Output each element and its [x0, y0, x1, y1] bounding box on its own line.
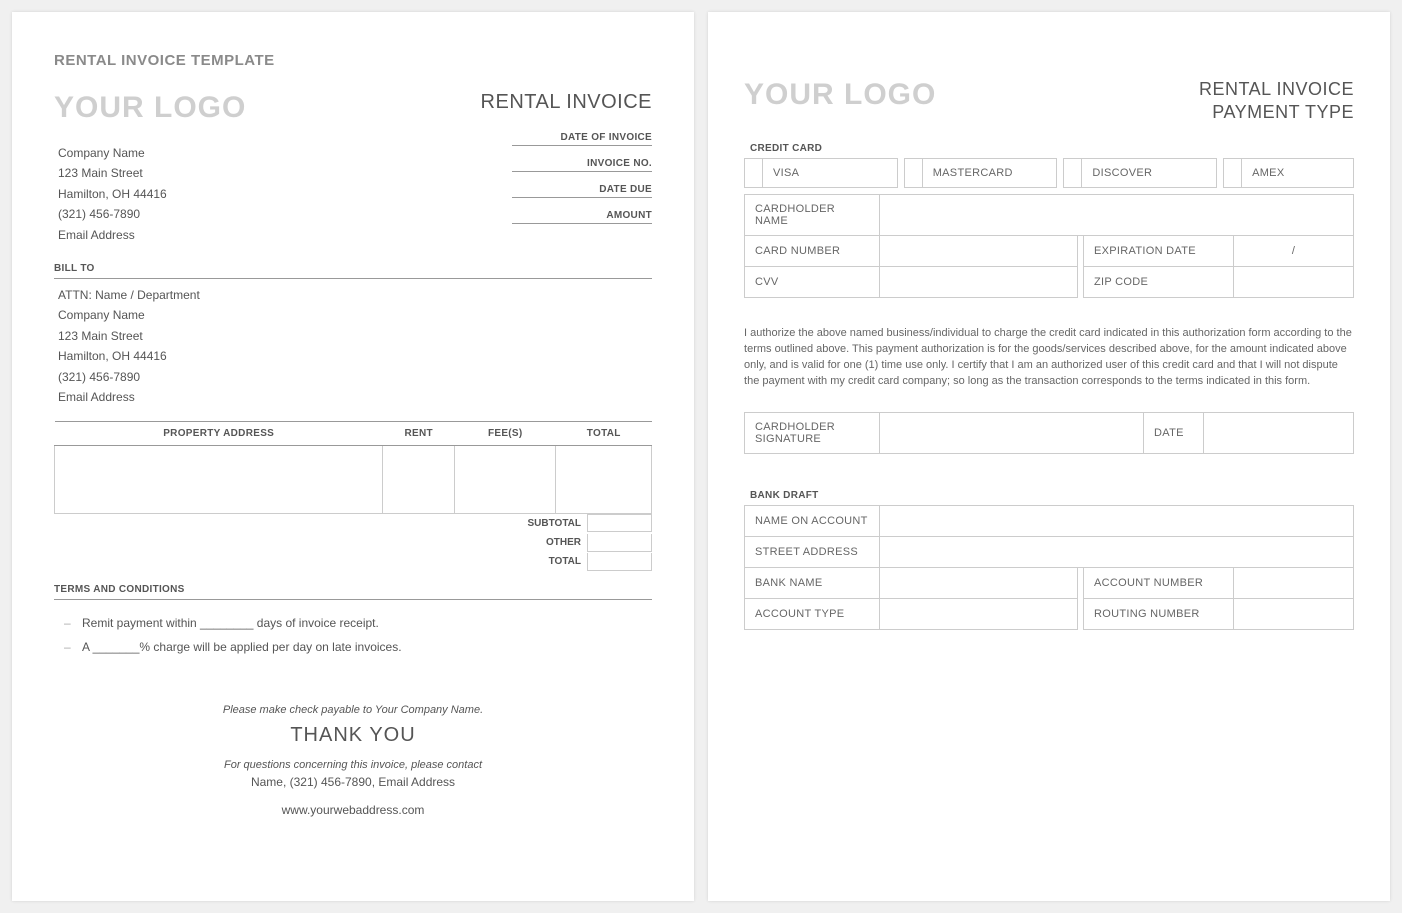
bill-to-block: ATTN: Name / Department Company Name 123…: [54, 285, 652, 407]
subtotal-label: SUBTOTAL: [522, 514, 588, 533]
col-rent: RENT: [383, 422, 455, 446]
invoice-footer: Please make check payable to Your Compan…: [54, 704, 652, 817]
company-address-block: Company Name 123 Main Street Hamilton, O…: [54, 143, 481, 245]
col-property-address: PROPERTY ADDRESS: [55, 422, 383, 446]
card-type-visa[interactable]: VISA: [744, 158, 898, 188]
account-type-field[interactable]: [880, 598, 1078, 629]
cardholder-name-label: CARDHOLDER NAME: [745, 194, 880, 235]
street-address-field[interactable]: [880, 536, 1354, 567]
total-label: TOTAL: [543, 552, 587, 571]
bill-email: Email Address: [58, 387, 652, 407]
totals-block: SUBTOTAL OTHER TOTAL: [522, 514, 653, 571]
contact-lead: For questions concerning this invoice, p…: [54, 759, 652, 771]
zip-field[interactable]: [1234, 266, 1354, 297]
account-type-label: ACCOUNT TYPE: [745, 598, 880, 629]
subtotal-value[interactable]: [587, 514, 652, 532]
term-item: A _______% charge will be applied per da…: [82, 640, 652, 654]
card-type-mastercard[interactable]: MASTERCARD: [904, 158, 1058, 188]
expiration-field[interactable]: /: [1234, 235, 1354, 266]
zip-label: ZIP CODE: [1084, 266, 1234, 297]
cardholder-name-field[interactable]: [880, 194, 1354, 235]
terms-list: Remit payment within ________ days of in…: [54, 616, 652, 654]
authorization-text: I authorize the above named business/ind…: [744, 326, 1354, 390]
invoice-page-1: RENTAL INVOICE TEMPLATE YOUR LOGO Compan…: [12, 12, 694, 901]
invoice-page-2: YOUR LOGO RENTAL INVOICE PAYMENT TYPE CR…: [708, 12, 1390, 901]
routing-number-field[interactable]: [1234, 598, 1354, 629]
name-on-account-label: NAME ON ACCOUNT: [745, 505, 880, 536]
company-phone: (321) 456-7890: [54, 204, 481, 224]
signature-row: CARDHOLDER SIGNATURE DATE: [744, 412, 1354, 454]
contact-line: Name, (321) 456-7890, Email Address: [54, 775, 652, 789]
card-type-row: VISA MASTERCARD DISCOVER AMEX: [744, 158, 1354, 188]
other-value[interactable]: [587, 534, 652, 552]
credit-card-form: CARDHOLDER NAME CARD NUMBER EXPIRATION D…: [744, 194, 1354, 298]
street-address-label: STREET ADDRESS: [745, 536, 880, 567]
signature-date-field[interactable]: [1204, 412, 1354, 453]
invoice-no-field[interactable]: INVOICE NO.: [512, 158, 652, 172]
terms-title: TERMS AND CONDITIONS: [54, 584, 652, 600]
line-items-table: PROPERTY ADDRESS RENT FEE(S) TOTAL: [54, 421, 652, 514]
card-type-discover[interactable]: DISCOVER: [1063, 158, 1217, 188]
web-address: www.yourwebaddress.com: [54, 803, 652, 817]
bill-phone: (321) 456-7890: [58, 367, 652, 387]
signature-field[interactable]: [880, 412, 1144, 453]
col-fees: FEE(S): [455, 422, 556, 446]
bank-name-field[interactable]: [880, 567, 1078, 598]
cvv-label: CVV: [745, 266, 880, 297]
signature-date-label: DATE: [1144, 412, 1204, 453]
card-number-label: CARD NUMBER: [745, 235, 880, 266]
account-number-label: ACCOUNT NUMBER: [1084, 567, 1234, 598]
credit-card-section-label: CREDIT CARD: [750, 143, 1354, 154]
date-due-field[interactable]: DATE DUE: [512, 184, 652, 198]
invoice-meta: DATE OF INVOICE INVOICE NO. DATE DUE AMO…: [481, 132, 652, 224]
account-number-field[interactable]: [1234, 567, 1354, 598]
bill-citystate: Hamilton, OH 44416: [58, 346, 652, 366]
cvv-field[interactable]: [880, 266, 1078, 297]
payable-text: Please make check payable to Your Compan…: [54, 704, 652, 716]
bill-street: 123 Main Street: [58, 326, 652, 346]
name-on-account-field[interactable]: [880, 505, 1354, 536]
document-title: RENTAL INVOICE: [481, 91, 652, 114]
bill-attn: ATTN: Name / Department: [58, 285, 652, 305]
table-row[interactable]: [55, 446, 652, 514]
bank-draft-form: NAME ON ACCOUNT STREET ADDRESS BANK NAME…: [744, 505, 1354, 630]
company-email: Email Address: [54, 225, 481, 245]
card-number-field[interactable]: [880, 235, 1078, 266]
template-title: RENTAL INVOICE TEMPLATE: [54, 52, 652, 69]
company-street: 123 Main Street: [54, 163, 481, 183]
company-citystate: Hamilton, OH 44416: [54, 184, 481, 204]
bill-company: Company Name: [58, 305, 652, 325]
col-total: TOTAL: [556, 422, 652, 446]
expiration-label: EXPIRATION DATE: [1084, 235, 1234, 266]
card-type-amex[interactable]: AMEX: [1223, 158, 1354, 188]
logo-placeholder: YOUR LOGO: [54, 91, 481, 125]
other-label: OTHER: [540, 533, 587, 552]
bill-to-label: BILL TO: [54, 263, 652, 279]
logo-placeholder: YOUR LOGO: [744, 78, 936, 112]
routing-number-label: ROUTING NUMBER: [1084, 598, 1234, 629]
company-name: Company Name: [54, 143, 481, 163]
total-value[interactable]: [587, 553, 652, 571]
signature-label: CARDHOLDER SIGNATURE: [745, 412, 880, 453]
date-of-invoice-field[interactable]: DATE OF INVOICE: [512, 132, 652, 146]
thank-you: THANK YOU: [54, 724, 652, 747]
amount-field[interactable]: AMOUNT: [512, 210, 652, 224]
bank-name-label: BANK NAME: [745, 567, 880, 598]
term-item: Remit payment within ________ days of in…: [82, 616, 652, 630]
payment-title: RENTAL INVOICE PAYMENT TYPE: [1199, 78, 1354, 125]
bank-draft-section-label: BANK DRAFT: [750, 490, 1354, 501]
